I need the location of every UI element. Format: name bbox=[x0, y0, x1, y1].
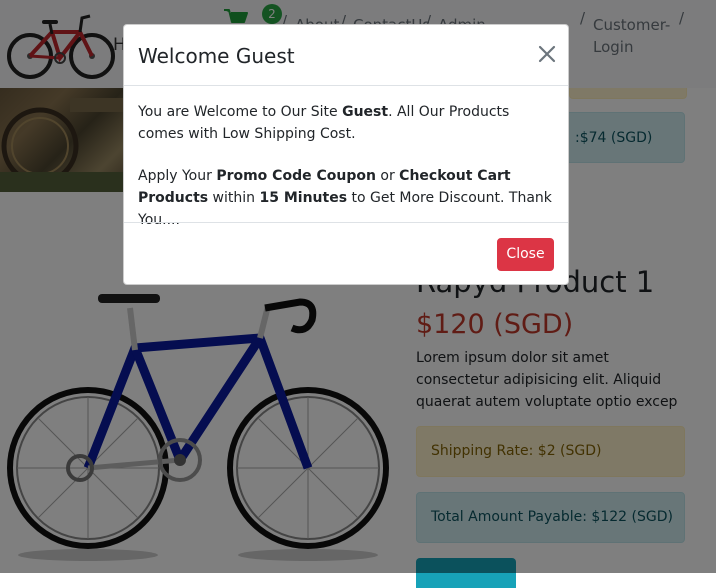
close-icon[interactable] bbox=[535, 41, 559, 67]
promo-code-label: Promo Code Coupon bbox=[216, 168, 376, 184]
guest-label: Guest bbox=[342, 104, 389, 120]
welcome-message: You are Welcome to Our Site Guest. All O… bbox=[138, 104, 510, 142]
modal-title: Welcome Guest bbox=[138, 44, 295, 68]
modal-body: You are Welcome to Our Site Guest. All O… bbox=[138, 101, 556, 231]
close-button[interactable]: Close bbox=[497, 238, 554, 271]
minutes-label: 15 Minutes bbox=[259, 190, 348, 206]
modal-header: Welcome Guest bbox=[124, 25, 568, 86]
page: H 2 / About / ContactUs / Admin / Custom… bbox=[0, 0, 716, 588]
modal-footer: Close bbox=[124, 222, 568, 284]
welcome-modal: Welcome Guest You are Welcome to Our Sit… bbox=[123, 24, 569, 285]
